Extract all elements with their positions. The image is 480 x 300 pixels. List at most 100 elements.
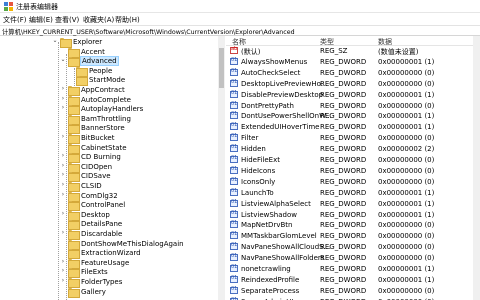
tree-item[interactable]: DetailsPane (0, 219, 222, 231)
value-row[interactable]: DesktopLivePreviewHo...REG_DWORD 0x000000… (226, 79, 480, 89)
value-row[interactable]: SeparateProcess REG_DWORD 0x00000000 (0) (226, 286, 480, 296)
tree-item[interactable]: StartMode (0, 75, 222, 87)
chevron-right-icon[interactable]: › (60, 258, 66, 265)
chevron-right-icon[interactable]: › (60, 181, 66, 188)
chevron-right-icon[interactable]: › (60, 104, 66, 111)
tree-item[interactable]: › CD Burning (0, 152, 222, 164)
menu-favorites[interactable]: 收藏夹(A) (83, 15, 114, 25)
tree-item-label: CLSID (81, 182, 102, 190)
value-type: REG_DWORD (320, 199, 367, 208)
tree-item[interactable]: ExtractionWizard (0, 248, 222, 260)
value-name: nonetcrawling (241, 265, 291, 273)
tree-item[interactable]: › BitBucket (0, 133, 222, 144)
tree-item[interactable]: › CIDSave (0, 171, 222, 183)
tree-item-label: StartMode (89, 76, 126, 85)
value-name: NavPaneShowAllCloudS... (241, 243, 331, 252)
tree-item[interactable]: › AutoComplete (0, 95, 222, 106)
value-type: REG_DWORD (320, 57, 367, 66)
value-row[interactable]: HideFileExt REG_DWORD 0x00000000 (0) (226, 155, 480, 165)
chevron-right-icon[interactable]: › (60, 95, 66, 102)
value-row[interactable]: DisablePreviewDesktopREG_DWORD 0x00000001… (226, 90, 480, 100)
value-name: SeparateProcess (241, 286, 300, 295)
dword-value-icon (230, 166, 238, 174)
value-data: 0x00000000 (0) (378, 79, 435, 88)
value-type: REG_DWORD (320, 275, 367, 284)
tree-item-label: DetailsPane (81, 220, 123, 229)
tree-scroll-thumb[interactable] (219, 48, 224, 88)
tree-item[interactable]: › AppContract (0, 85, 222, 96)
value-name: (默认) (241, 48, 261, 56)
tree-item[interactable]: › Discardable (0, 229, 222, 240)
tree-item[interactable]: › CLSID (0, 181, 222, 192)
value-row[interactable]: ListviewAlphaSelect REG_DWORD 0x00000001 (… (226, 199, 480, 209)
tree-item-label: Discardable (81, 230, 123, 238)
tree-item[interactable]: › FeatureUsage (0, 258, 222, 269)
chevron-right-icon[interactable]: › (60, 210, 66, 217)
value-row[interactable]: NavPaneShowAllCloudS...REG_DWORD 0x000000… (226, 242, 480, 252)
tree-item[interactable]: › AutoplayHandlers (0, 104, 222, 116)
tree-scrollbar[interactable] (218, 36, 225, 300)
tree-item[interactable]: › FolderTypes (0, 277, 222, 288)
tree-item[interactable]: › FileExts (0, 267, 222, 279)
chevron-right-icon[interactable]: › (60, 133, 66, 140)
value-row[interactable]: DontPrettyPath REG_DWORD 0x00000000 (0) (226, 101, 480, 111)
value-row[interactable]: MapNetDrvBtn REG_DWORD 0x00000000 (0) (226, 220, 480, 230)
values-scrollbar[interactable] (473, 36, 480, 300)
menu-file[interactable]: 文件(F) (3, 15, 27, 25)
value-name: ReindexedProfile (241, 275, 300, 284)
value-row[interactable]: DontUsePowerShellOnW...REG_DWORD 0x000000… (226, 111, 480, 121)
tree-item-label: CIDSave (81, 172, 111, 181)
tree-item[interactable]: People (0, 66, 222, 77)
value-row[interactable]: ReindexedProfile REG_DWORD 0x00000001 (1) (226, 275, 480, 285)
value-row[interactable]: ExtendedUIHoverTimeREG_DWORD 0x00000001 (… (226, 122, 480, 132)
chevron-right-icon[interactable]: › (60, 85, 66, 92)
chevron-right-icon[interactable]: › (60, 191, 66, 198)
value-row[interactable]: (默认) REG_SZ (数值未设置) (226, 46, 480, 56)
value-type: REG_DWORD (320, 188, 367, 197)
tree-item[interactable]: BamThrottling (0, 114, 222, 125)
tree-item[interactable]: ControlPanel (0, 200, 222, 212)
column-data[interactable]: 数据 (378, 37, 392, 47)
menu-edit[interactable]: 编辑(E) (29, 15, 53, 25)
value-row[interactable]: Filter REG_DWORD 0x00000000 (0) (226, 133, 480, 143)
menu-help[interactable]: 帮助(H) (115, 15, 140, 25)
chevron-right-icon[interactable]: › (60, 229, 66, 236)
tree-item[interactable]: ⌄ Explorer (0, 37, 222, 48)
value-row[interactable]: AutoCheckSelect REG_DWORD 0x00000000 (0) (226, 68, 480, 78)
value-data: 0x00000000 (0) (378, 101, 435, 110)
value-type: REG_DWORD (320, 134, 367, 143)
chevron-right-icon[interactable]: › (60, 267, 66, 274)
value-row[interactable]: LaunchTo REG_DWORD 0x00000001 (1) (226, 188, 480, 198)
chevron-down-icon[interactable]: ⌄ (52, 37, 58, 44)
address-bar[interactable]: 计算机\HKEY_CURRENT_USER\Software\Microsoft… (0, 25, 480, 36)
chevron-right-icon[interactable]: › (60, 277, 66, 284)
tree-item[interactable]: › ComDlg32 (0, 191, 222, 202)
value-row[interactable]: HideIcons REG_DWORD 0x00000000 (0) (226, 166, 480, 176)
value-name: NavPaneShowAllFolders (241, 254, 325, 263)
chevron-right-icon[interactable]: › (60, 162, 66, 169)
value-row[interactable]: MMTaskbarGlomLevelREG_DWORD 0x00000000 (0… (226, 231, 480, 241)
tree-item[interactable]: BannerStore (0, 123, 222, 135)
chevron-down-icon[interactable]: ⌄ (60, 56, 66, 63)
tree-item[interactable]: › Desktop (0, 210, 222, 221)
chevron-right-icon[interactable]: › (60, 152, 66, 159)
tree-item[interactable]: ⌄ Advanced (0, 56, 222, 68)
dword-value-icon (230, 155, 238, 163)
value-row[interactable]: ListviewShadow REG_DWORD 0x00000001 (1) (226, 210, 480, 220)
tree-item[interactable]: Gallery (0, 287, 222, 298)
value-row[interactable]: nonetcrawling REG_DWORD 0x00000001 (1) (226, 264, 480, 274)
tree-item[interactable]: DontShowMeThisDialogAgain (0, 239, 222, 250)
menu-view[interactable]: 查看(V) (55, 15, 79, 25)
tree-item[interactable]: CabinetState (0, 143, 222, 154)
tree-item[interactable]: Accent (0, 47, 222, 58)
folder-icon (68, 105, 80, 116)
value-row[interactable]: AlwaysShowMenus REG_DWORD 0x00000001 (1) (226, 57, 480, 67)
value-row[interactable]: NavPaneShowAllFoldersREG_DWORD 0x00000000… (226, 253, 480, 263)
address-path[interactable]: 计算机\HKEY_CURRENT_USER\Software\Microsoft… (2, 27, 295, 36)
tree-item[interactable]: › CIDOpen (0, 162, 222, 173)
value-row[interactable]: IconsOnly REG_DWORD 0x00000000 (0) (226, 177, 480, 187)
value-type: REG_DWORD (320, 156, 367, 164)
value-row[interactable]: Hidden REG_DWORD 0x00000002 (2) (226, 144, 480, 154)
column-type[interactable]: 类型 (320, 37, 334, 47)
chevron-right-icon[interactable]: › (60, 171, 66, 178)
